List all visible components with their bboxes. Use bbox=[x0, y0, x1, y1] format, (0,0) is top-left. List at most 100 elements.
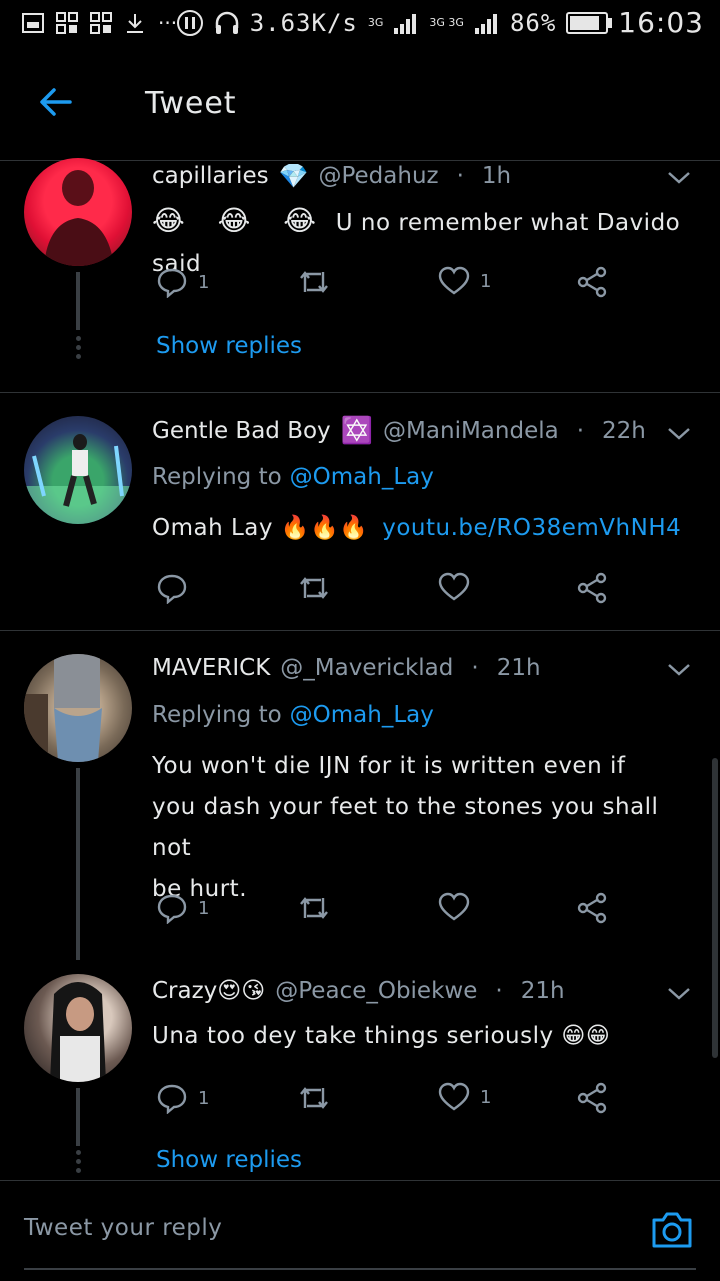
author-name: Gentle Bad Boy bbox=[152, 418, 331, 444]
vibrate-icon bbox=[176, 9, 203, 36]
share-button[interactable] bbox=[576, 892, 608, 924]
page-title: Tweet bbox=[145, 86, 237, 121]
app-grid-icon bbox=[56, 12, 78, 34]
author-name: capillaries bbox=[152, 163, 269, 189]
retweet-button[interactable] bbox=[297, 892, 331, 924]
share-button[interactable] bbox=[576, 1082, 608, 1114]
tweet-time: 21h bbox=[520, 978, 565, 1004]
replying-label: Replying to bbox=[152, 702, 282, 728]
tweet-link[interactable]: youtu.be/RO38emVhNH4 bbox=[382, 515, 681, 541]
heart-icon bbox=[438, 892, 470, 921]
reply-input-underline bbox=[24, 1268, 696, 1270]
reply-button[interactable]: 1 bbox=[156, 266, 209, 298]
clock: 16:03 bbox=[618, 6, 704, 39]
scrollbar[interactable] bbox=[712, 758, 718, 1058]
camera-icon[interactable] bbox=[650, 1208, 694, 1252]
replying-to: Replying to @Omah_Lay bbox=[152, 464, 434, 490]
heart-icon bbox=[438, 572, 470, 601]
share-icon bbox=[577, 892, 607, 924]
share-icon bbox=[577, 266, 607, 298]
chevron-down-icon[interactable] bbox=[666, 420, 692, 446]
tweet-text: Una too dey take things seriously 😁😁 bbox=[152, 1023, 611, 1049]
diamond-icon: 💎 bbox=[278, 162, 309, 190]
signal-icon bbox=[394, 13, 417, 34]
share-button[interactable] bbox=[576, 266, 608, 298]
reply-count: 1 bbox=[198, 271, 210, 293]
retweet-icon bbox=[300, 1087, 328, 1109]
tweet-actions bbox=[152, 572, 622, 612]
retweet-icon bbox=[300, 897, 328, 919]
tweet-author[interactable]: MAVERICK @_Mavericklad · 21h bbox=[152, 655, 541, 681]
retweet-button[interactable] bbox=[297, 572, 331, 604]
star-of-david-icon: ✡️ bbox=[340, 416, 374, 446]
retweet-icon bbox=[300, 577, 328, 599]
app-header bbox=[0, 50, 720, 161]
status-bar: ··· 3.63K/s 3G 3G 3G 86% 16:03 bbox=[0, 0, 720, 50]
tweet-time: 21h bbox=[496, 655, 541, 681]
reply-button[interactable]: 1 bbox=[156, 1082, 209, 1114]
sim2-type: 3G 3G bbox=[429, 16, 464, 29]
reply-button[interactable]: 1 bbox=[156, 892, 209, 924]
thread-dots bbox=[73, 336, 83, 359]
chevron-down-icon[interactable] bbox=[666, 164, 692, 190]
author-handle: @Pedahuz bbox=[318, 163, 439, 189]
retweet-button[interactable] bbox=[297, 266, 331, 298]
share-icon bbox=[577, 1082, 607, 1114]
tweet-body: Una too dey take things seriously 😁😁 bbox=[152, 1016, 697, 1057]
avatar[interactable] bbox=[24, 416, 132, 524]
status-right: 3.63K/s 3G 3G 3G 86% 16:03 bbox=[176, 6, 704, 39]
tweet-body: Omah Lay 🔥🔥🔥 youtu.be/RO38emVhNH4 bbox=[152, 508, 697, 549]
tweet-time: 22h bbox=[602, 418, 646, 444]
tweet-author[interactable]: capillaries 💎 @Pedahuz · 1h bbox=[152, 162, 511, 190]
heart-icon bbox=[438, 1082, 470, 1111]
tweet-actions: 1 bbox=[152, 892, 622, 932]
reply-button[interactable] bbox=[156, 572, 198, 604]
author-handle: @ManiMandela bbox=[383, 418, 559, 444]
show-replies-link[interactable]: Show replies bbox=[156, 333, 302, 359]
tweet-author[interactable]: Gentle Bad Boy ✡️ @ManiMandela · 22h bbox=[152, 416, 646, 446]
thread-line bbox=[76, 272, 80, 330]
avatar[interactable] bbox=[24, 974, 132, 1082]
back-arrow-icon[interactable] bbox=[36, 82, 76, 122]
reply-icon bbox=[157, 268, 187, 298]
tweet-text: Omah Lay 🔥🔥🔥 bbox=[152, 515, 369, 541]
separator-dot: · bbox=[471, 655, 479, 681]
like-button[interactable]: 1 bbox=[438, 1082, 491, 1112]
chevron-down-icon[interactable] bbox=[666, 980, 692, 1006]
gallery-icon bbox=[22, 13, 44, 33]
separator-dot: · bbox=[456, 163, 464, 189]
app-grid-icon bbox=[90, 12, 112, 34]
mention-link[interactable]: @Omah_Lay bbox=[290, 464, 434, 490]
reply-count: 1 bbox=[198, 897, 210, 919]
separator-dot: · bbox=[576, 418, 585, 444]
thread-dots bbox=[73, 1150, 83, 1173]
retweet-button[interactable] bbox=[297, 1082, 331, 1114]
author-name: MAVERICK bbox=[152, 655, 271, 681]
avatar[interactable] bbox=[24, 158, 132, 266]
headphones-icon bbox=[215, 11, 238, 34]
battery-percent: 86% bbox=[509, 8, 557, 37]
tweet-author[interactable]: Crazy😍😘 @Peace_Obiekwe · 21h bbox=[152, 978, 565, 1004]
reply-icon bbox=[157, 1084, 187, 1114]
thread-line bbox=[76, 768, 80, 960]
chevron-down-icon[interactable] bbox=[666, 656, 692, 682]
share-button[interactable] bbox=[576, 572, 608, 604]
replying-to: Replying to @Omah_Lay bbox=[152, 702, 434, 728]
like-button[interactable] bbox=[438, 572, 480, 602]
divider bbox=[0, 630, 720, 631]
mention-link[interactable]: @Omah_Lay bbox=[290, 702, 434, 728]
heart-icon bbox=[438, 266, 470, 295]
like-button[interactable] bbox=[438, 892, 480, 922]
show-replies-link[interactable]: Show replies bbox=[156, 1147, 302, 1173]
tweet-actions: 1 1 bbox=[152, 1082, 622, 1122]
sim1-type: 3G bbox=[367, 16, 384, 29]
download-icon bbox=[127, 14, 143, 33]
network-speed: 3.63K/s bbox=[249, 8, 358, 37]
tweet-time: 1h bbox=[481, 163, 512, 189]
reply-input[interactable]: Tweet your reply bbox=[24, 1215, 222, 1241]
like-button[interactable]: 1 bbox=[438, 266, 491, 296]
reply-icon bbox=[157, 574, 187, 604]
reply-icon bbox=[157, 894, 187, 924]
tweet-text-line: You won't die IJN for it is written even… bbox=[152, 753, 626, 779]
avatar[interactable] bbox=[24, 654, 132, 762]
